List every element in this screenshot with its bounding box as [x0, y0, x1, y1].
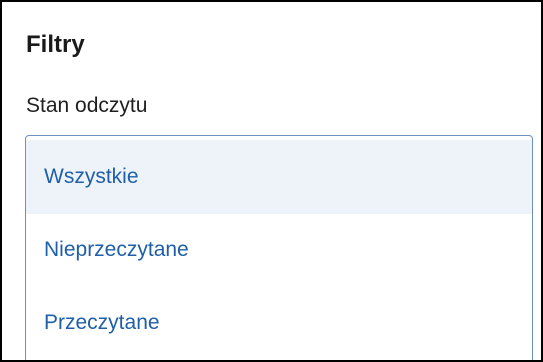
filters-panel: Filtry Stan odczytu Wszystkie Nieprzeczy… [0, 0, 543, 362]
filters-title: Filtry [26, 31, 85, 58]
read-state-label: Stan odczytu [26, 94, 148, 117]
option-unread[interactable]: Nieprzeczytane [26, 213, 532, 287]
option-read[interactable]: Przeczytane [26, 286, 532, 360]
read-state-dropdown-list[interactable]: Wszystkie Nieprzeczytane Przeczytane [25, 135, 533, 360]
option-all[interactable]: Wszystkie [26, 140, 532, 214]
